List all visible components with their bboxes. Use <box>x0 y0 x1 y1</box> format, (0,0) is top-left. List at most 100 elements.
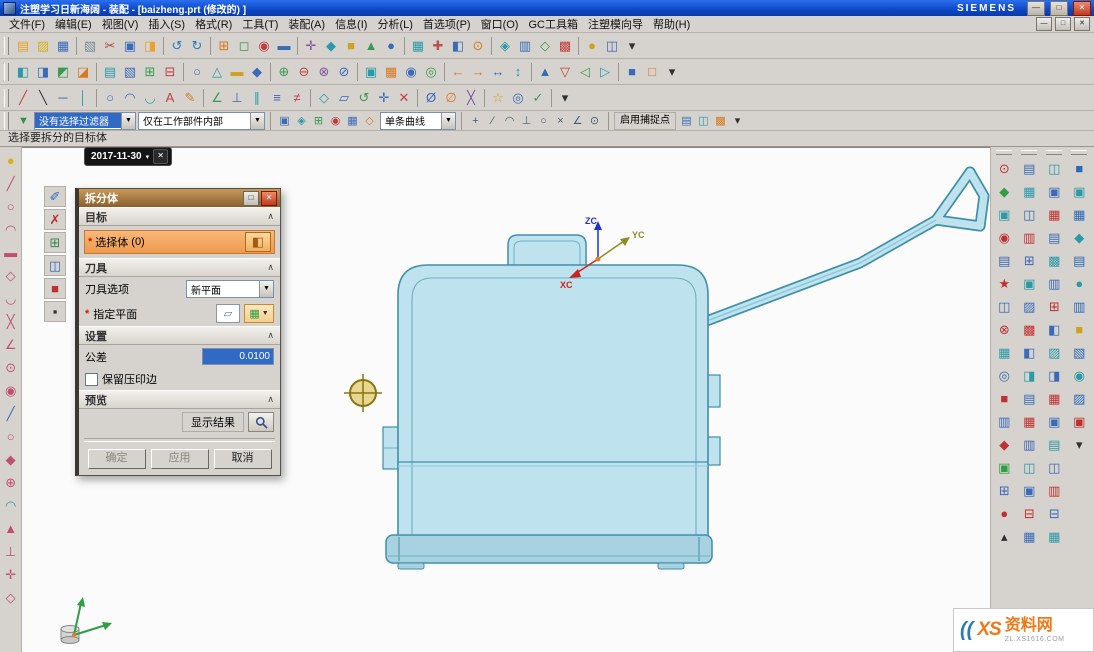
mold-tool-icon[interactable]: ▣ <box>994 456 1014 479</box>
toolbar-icon[interactable]: ◧ <box>13 62 33 82</box>
toolbar-icon[interactable]: ↺ <box>354 88 374 108</box>
toolbar-icon[interactable]: ▦ <box>53 36 73 56</box>
docked-tool-icon[interactable]: ✗ <box>44 209 66 230</box>
toolbar-icon[interactable]: ▧ <box>80 36 100 56</box>
toolbar-icon[interactable]: ◫ <box>602 36 622 56</box>
toolbar-icon[interactable]: ◎ <box>421 62 441 82</box>
toolbar-icon[interactable]: ▾ <box>662 62 682 82</box>
sketch-tool-icon[interactable]: ◇ <box>1 264 21 287</box>
sketch-tool-icon[interactable]: ◇ <box>1 586 21 609</box>
view-tool-icon[interactable]: ■ <box>1069 318 1089 341</box>
toolbar-icon[interactable]: ○ <box>100 88 120 108</box>
view-tool-icon[interactable]: ▾ <box>1069 433 1089 456</box>
mold-tool-icon[interactable]: ◉ <box>994 226 1014 249</box>
snap-point-icon[interactable]: ∠ <box>569 113 586 129</box>
section-preview[interactable]: 预览 ∧ <box>79 390 280 409</box>
toolbar-icon[interactable]: ▥ <box>515 36 535 56</box>
toolbar-icon[interactable]: ▾ <box>555 88 575 108</box>
mold-tool-icon[interactable]: ▦ <box>1019 410 1039 433</box>
sketch-tool-icon[interactable]: ◆ <box>1 448 21 471</box>
toolbar-icon[interactable]: ▩ <box>555 36 575 56</box>
view-tool-icon[interactable]: ▨ <box>1069 387 1089 410</box>
toolbar-icon[interactable]: ∠ <box>207 88 227 108</box>
snap-point-icon[interactable]: ○ <box>535 113 552 129</box>
ok-button[interactable]: 确定 <box>88 449 146 469</box>
tool-option-combo[interactable]: 新平面 ▼ <box>186 280 274 298</box>
type-filter-combo[interactable]: 没有选择过滤器 ▼ <box>34 112 136 130</box>
toolbar-grip[interactable] <box>4 89 9 107</box>
plane-dialog-button[interactable]: ▱ <box>216 304 240 323</box>
toolbar-icon[interactable]: ⊙ <box>468 36 488 56</box>
toolbar-icon[interactable]: ▧ <box>120 62 140 82</box>
toolbar-icon[interactable]: ◉ <box>401 62 421 82</box>
docked-tool-icon[interactable]: ▪ <box>44 301 66 322</box>
docked-tool-icon[interactable]: ✐ <box>44 186 66 207</box>
mold-tool-icon[interactable]: ▦ <box>1019 525 1039 548</box>
mold-tool-icon[interactable]: ⊙ <box>994 157 1014 180</box>
utility-tool-icon[interactable]: ▤ <box>1044 226 1064 249</box>
section-target[interactable]: 目标 ∧ <box>79 207 280 226</box>
utility-tool-icon[interactable]: ▦ <box>1044 203 1064 226</box>
toolbar-icon[interactable]: ≡ <box>267 88 287 108</box>
toolbar-icon[interactable]: ◇ <box>314 88 334 108</box>
sketch-tool-icon[interactable]: ◠ <box>1 218 21 241</box>
mold-tool-icon[interactable]: ▣ <box>1019 272 1039 295</box>
snap-point-button[interactable]: 启用捕捉点 <box>614 112 676 130</box>
mold-tool-icon[interactable]: ▥ <box>1019 433 1039 456</box>
magnifier-button[interactable] <box>248 412 274 432</box>
toolbar-icon[interactable]: A <box>160 88 180 108</box>
sketch-tool-icon[interactable]: ○ <box>1 425 21 448</box>
selection-tool-icon[interactable]: ◈ <box>293 113 310 129</box>
menu-item[interactable]: 视图(V) <box>97 15 144 33</box>
toolbar-icon[interactable]: ▤ <box>100 62 120 82</box>
selection-tool-icon[interactable]: ⊞ <box>310 113 327 129</box>
toolbar-icon[interactable]: ≠ <box>287 88 307 108</box>
toolbar-icon[interactable]: ▣ <box>120 36 140 56</box>
mold-tool-icon[interactable]: ◫ <box>994 295 1014 318</box>
apply-button[interactable]: 应用 <box>151 449 209 469</box>
utility-tool-icon[interactable]: ◧ <box>1044 318 1064 341</box>
mold-tool-icon[interactable]: ▣ <box>994 203 1014 226</box>
toolbar-icon[interactable]: ○ <box>187 62 207 82</box>
menu-item[interactable]: 注塑模向导 <box>583 15 648 33</box>
toolbar-icon[interactable]: ▦ <box>381 62 401 82</box>
mold-tool-icon[interactable]: ★ <box>994 272 1014 295</box>
close-button[interactable]: ✕ <box>1073 1 1091 16</box>
mold-tool-icon[interactable]: ▤ <box>1019 157 1039 180</box>
collapse-icon[interactable]: ∧ <box>267 211 274 222</box>
toolbar-icon[interactable]: ● <box>582 36 602 56</box>
toolbar-grip[interactable] <box>4 37 9 55</box>
menu-item[interactable]: 格式(R) <box>190 15 237 33</box>
docked-tool-icon[interactable]: ◫ <box>44 255 66 276</box>
snap-point-icon[interactable]: ◠ <box>501 113 518 129</box>
mold-tool-icon[interactable]: ● <box>994 502 1014 525</box>
toolbar-icon[interactable]: ∥ <box>247 88 267 108</box>
utility-tool-icon[interactable]: ▣ <box>1044 180 1064 203</box>
utility-tool-icon[interactable]: ◨ <box>1044 364 1064 387</box>
view-tool-icon[interactable]: ◉ <box>1069 364 1089 387</box>
toolbar-icon[interactable]: ▤ <box>13 36 33 56</box>
utility-tool-icon[interactable]: ▩ <box>1044 249 1064 272</box>
menu-item[interactable]: 首选项(P) <box>418 15 476 33</box>
toolbar-icon[interactable]: ▲ <box>535 62 555 82</box>
collapse-icon[interactable]: ∧ <box>267 262 274 273</box>
toolbar-icon[interactable]: ◆ <box>321 36 341 56</box>
toolbar-icon[interactable]: ✓ <box>528 88 548 108</box>
chevron-down-icon[interactable]: ▼ <box>259 281 273 297</box>
dialog-options-button[interactable]: □ <box>243 191 259 206</box>
date-chip-close-button[interactable]: ✕ <box>153 149 168 164</box>
view-tool-icon[interactable]: ● <box>1069 272 1089 295</box>
mold-tool-icon[interactable]: ⊗ <box>994 318 1014 341</box>
toolbar-icon[interactable]: ─ <box>53 88 73 108</box>
docked-tool-icon[interactable]: ■ <box>44 278 66 299</box>
sketch-tool-icon[interactable]: ✛ <box>1 563 21 586</box>
toolbar-icon[interactable]: ◆ <box>247 62 267 82</box>
utility-tool-icon[interactable]: ▦ <box>1044 387 1064 410</box>
toolbar-icon[interactable]: ⊕ <box>274 62 294 82</box>
mold-tool-icon[interactable]: ◆ <box>994 180 1014 203</box>
menu-item[interactable]: 窗口(O) <box>476 15 524 33</box>
mold-tool-icon[interactable]: ◧ <box>1019 341 1039 364</box>
mold-tool-icon[interactable]: ▴ <box>994 525 1014 548</box>
toolbar-icon[interactable]: ▬ <box>274 36 294 56</box>
mold-tool-icon[interactable]: ▤ <box>1019 387 1039 410</box>
